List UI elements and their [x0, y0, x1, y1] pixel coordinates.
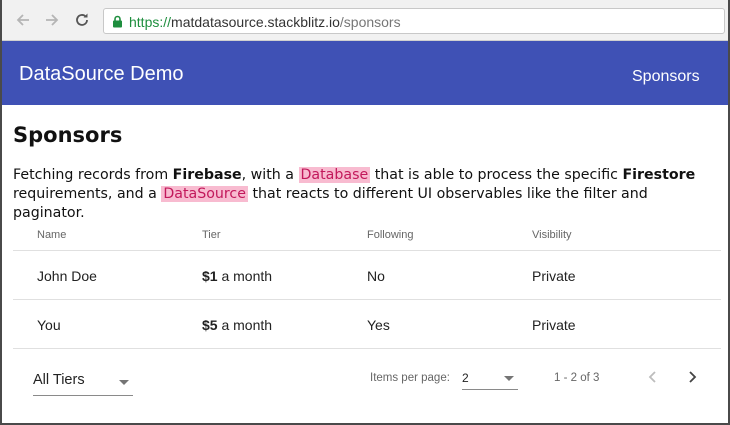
sponsors-table: Name Tier Following Visibility John Doe …	[13, 220, 721, 349]
arrow-right-icon	[44, 12, 60, 28]
reload-icon	[74, 12, 90, 28]
tier-amount: $1	[202, 268, 218, 284]
tier-filter-value: All Tiers	[33, 372, 85, 388]
back-button[interactable]	[12, 9, 34, 31]
chevron-right-icon	[685, 370, 699, 389]
column-header-name[interactable]: Name	[37, 229, 66, 241]
cell-visibility: Private	[532, 268, 576, 284]
intro-text: requirements, and a	[13, 186, 162, 202]
intro-database-highlight: Database	[298, 167, 371, 183]
table-footer: All Tiers Items per page: 2 1 - 2 of 3	[13, 349, 721, 405]
intro-text: Fetching records from	[13, 167, 173, 183]
address-bar[interactable]: https://matdatasource.stackblitz.io/spon…	[103, 8, 725, 34]
intro-text: that is able to process the specific	[370, 167, 623, 183]
tier-amount: $5	[202, 317, 218, 333]
url-host: matdatasource.stackblitz.io	[171, 14, 340, 30]
intro-firestore: Firestore	[622, 167, 696, 183]
chevron-left-icon	[646, 370, 660, 389]
lock-icon	[112, 15, 123, 33]
dropdown-arrow-icon	[504, 376, 514, 381]
intro-paragraph: Fetching records from Firebase, with a D…	[13, 166, 721, 223]
cell-following: No	[367, 268, 385, 284]
app-frame: https://matdatasource.stackblitz.io/spon…	[0, 0, 730, 425]
column-header-visibility[interactable]: Visibility	[532, 229, 572, 241]
forward-button[interactable]	[41, 9, 63, 31]
cell-tier: $5 a month	[202, 317, 272, 333]
column-header-following[interactable]: Following	[367, 229, 413, 241]
table-row: You $5 a month Yes Private	[13, 300, 721, 349]
url-path: /sponsors	[339, 14, 401, 30]
nav-link-sponsors[interactable]: Sponsors	[632, 68, 700, 86]
cell-name: John Doe	[37, 268, 97, 284]
table-row: John Doe $1 a month No Private	[13, 251, 721, 300]
browser-toolbar: https://matdatasource.stackblitz.io/spon…	[2, 0, 728, 41]
arrow-left-icon	[15, 12, 31, 28]
items-per-page-value: 2	[462, 371, 469, 385]
url-protocol: https://	[129, 14, 172, 30]
cell-tier: $1 a month	[202, 268, 272, 284]
intro-datasource-highlight: DataSource	[161, 186, 248, 202]
cell-following: Yes	[367, 317, 390, 333]
items-per-page-label: Items per page:	[370, 372, 450, 384]
items-per-page-select[interactable]: 2	[462, 368, 518, 390]
previous-page-button[interactable]	[641, 367, 665, 391]
range-label: 1 - 2 of 3	[554, 372, 600, 384]
cell-name: You	[37, 317, 61, 333]
intro-firebase: Firebase	[172, 167, 242, 183]
url-text: https://matdatasource.stackblitz.io/spon…	[129, 14, 401, 30]
column-header-tier[interactable]: Tier	[202, 229, 221, 241]
reload-button[interactable]	[71, 9, 93, 31]
page-title: Sponsors	[13, 123, 123, 147]
cell-visibility: Private	[532, 317, 576, 333]
tier-period: a month	[217, 268, 273, 284]
dropdown-arrow-icon	[119, 380, 129, 385]
table-header-row: Name Tier Following Visibility	[13, 220, 721, 251]
intro-text: , with a	[241, 167, 299, 183]
app-title: DataSource Demo	[19, 63, 184, 85]
tier-period: a month	[217, 317, 273, 333]
app-toolbar: DataSource Demo Sponsors	[2, 41, 728, 105]
tier-filter-select[interactable]: All Tiers	[33, 370, 133, 396]
next-page-button[interactable]	[680, 367, 704, 391]
